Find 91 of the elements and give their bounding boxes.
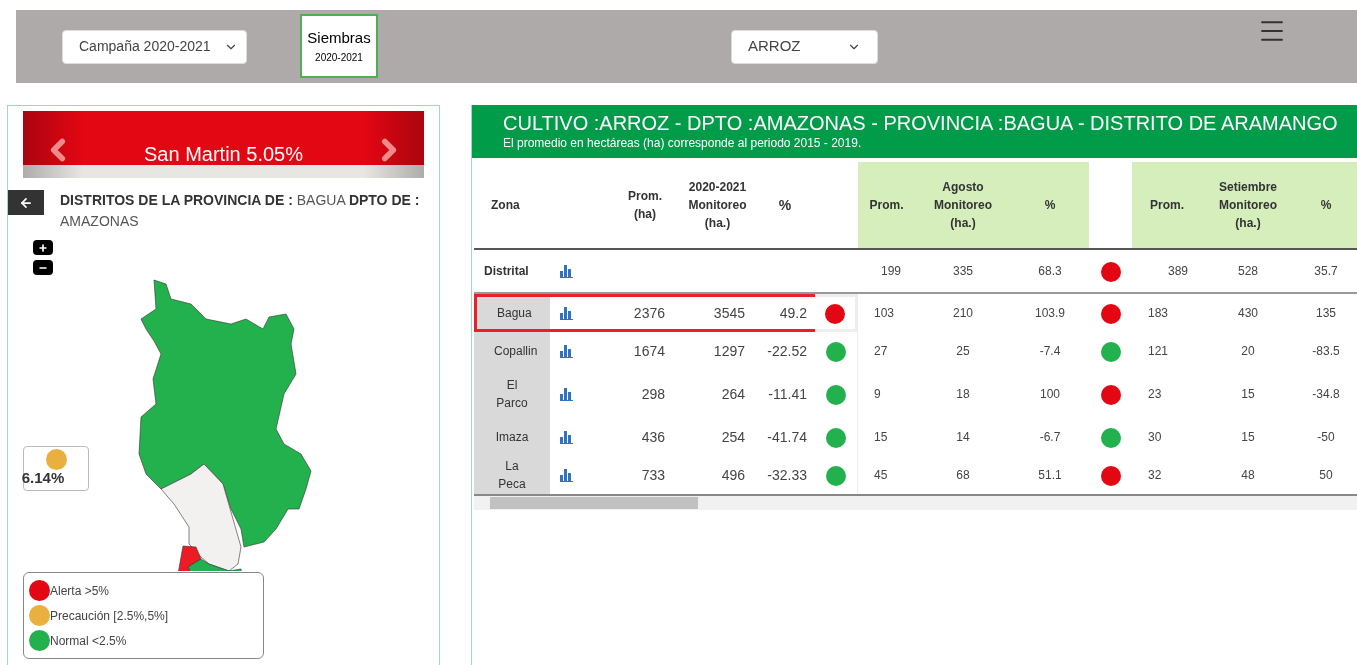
legend-label: Precaución [2.5%,5%] (50, 607, 169, 625)
bar-chart-icon[interactable] (560, 469, 573, 483)
table-cell-text: 254 (720, 427, 746, 447)
table-cell-text: 436 (640, 427, 666, 447)
table-cell-text: 298 (640, 384, 666, 404)
report-title: CULTIVO :ARROZ - DPTO :AMAZONAS - PROVINCIA :BAGUA - DISTRITO DE ARAMANGO (503, 111, 1339, 135)
table-cell-text: 264 (720, 384, 746, 404)
zone-cell[interactable]: El Parco (474, 370, 550, 418)
zoom-in-button[interactable] (33, 240, 53, 255)
table-cell-text: 18 (955, 386, 971, 403)
table-cell: 35.7 (1294, 250, 1357, 294)
tooltip-value: 6.14% (21, 470, 65, 485)
table-cell-text: 48 (1240, 467, 1256, 484)
table-cell-text: 183 (1147, 305, 1170, 322)
table-cell-text: 103.9 (1034, 305, 1066, 322)
table-cell-text: 1297 (712, 341, 746, 361)
table-cell-text: 27 (873, 343, 889, 360)
column-header: Agosto Monitoreo (ha.) (915, 162, 1011, 250)
table-cell-text: 121 (1147, 343, 1170, 360)
crop-select[interactable]: ARROZ (731, 29, 878, 64)
table-cell: 49.2 (755, 294, 815, 332)
table-cell-text: -41.74 (766, 427, 808, 447)
table-cell-text: 210 (952, 305, 974, 322)
table-cell-text: 51.1 (1037, 467, 1063, 484)
table-cell-text: 496 (720, 465, 746, 485)
table-cell-text: 15 (1240, 429, 1256, 446)
map-heading: DISTRITOS DE LA PROVINCIA DE : BAGUA DPTO DE : AMAZONAS (60, 191, 421, 231)
table-cell: 3545 (680, 294, 755, 332)
table-cell-text: 23 (1147, 386, 1163, 403)
table-cell: 2376 (590, 294, 680, 332)
table-cell: 199 (858, 250, 915, 294)
legend-label: Normal <2.5% (50, 632, 127, 650)
column-header: 2020-2021 Monitoreo (ha.) (680, 162, 755, 250)
table-cell-text: 15 (873, 429, 889, 446)
horizontal-scrollbar[interactable] (474, 494, 1357, 510)
table-cell-text: 9 (873, 386, 882, 403)
table-cell-text: 135 (1315, 305, 1337, 322)
table-cell-text: 45 (873, 467, 889, 484)
column-header: Prom. (858, 162, 915, 250)
table-cell-text: 430 (1237, 305, 1259, 322)
siembras-title: Siembras (307, 29, 371, 45)
zone-cell[interactable]: La Peca (474, 456, 550, 494)
table-cell-text: -50 (1316, 429, 1336, 446)
district-map-drawing[interactable] (138, 278, 313, 571)
table-cell-text: 68 (955, 467, 971, 484)
bar-chart-icon[interactable] (560, 431, 573, 445)
table-cell: 528 (1202, 250, 1294, 294)
table-cell-text: 103 (873, 305, 896, 322)
table-cell-text: -83.5 (1311, 343, 1341, 360)
bar-chart-icon[interactable] (560, 388, 573, 402)
table-cell-text: 733 (640, 465, 666, 485)
carousel-label: San Martin 5.05% (144, 141, 303, 167)
bar-chart-icon[interactable] (560, 265, 573, 279)
column-header: Prom. (ha) (590, 162, 680, 250)
campaign-select[interactable]: Campaña 2020-2021 (62, 29, 247, 64)
table-cell: 68.3 (1011, 250, 1089, 294)
table-cell-text: 32 (1147, 467, 1163, 484)
table-cell-text: -34.8 (1311, 386, 1341, 403)
table-cell-text: 25 (955, 343, 971, 360)
table-cell-text: -11.41 (767, 384, 808, 404)
table-cell-text: 20 (1240, 343, 1256, 360)
bar-chart-icon[interactable] (560, 345, 573, 359)
back-button[interactable] (8, 190, 44, 215)
legend-label: Alerta >5% (50, 582, 110, 600)
bar-chart-icon[interactable] (560, 307, 573, 321)
zoom-out-button[interactable] (33, 260, 53, 275)
table-cell-text: -6.7 (1038, 429, 1062, 446)
table-cell-text: -22.52 (766, 341, 808, 361)
table-cell-text: 15 (1240, 386, 1256, 403)
plus-icon (38, 242, 48, 253)
table-cell-text: -32.33 (766, 465, 808, 485)
report-subtitle: El promedio en hectáreas (ha) corresponde al periodo 2015 - 2019. (503, 135, 863, 151)
zone-cell[interactable]: Imaza (474, 418, 550, 456)
zone-cell[interactable]: Bagua (474, 294, 550, 332)
table-cell-text: 1674 (632, 341, 666, 361)
table-cell-text: 50 (1318, 467, 1334, 484)
column-header: % (1011, 162, 1089, 250)
table-cell: 389 (1132, 250, 1202, 294)
table-cell-text: -7.4 (1038, 343, 1062, 360)
table-cell-text: 14 (955, 429, 971, 446)
zone-cell[interactable]: Copallin (474, 332, 550, 370)
column-header: % (1294, 162, 1357, 250)
column-header: % (755, 162, 815, 250)
siembras-button[interactable]: Siembras 2020-2021 (300, 14, 378, 78)
column-header: Setiembre Monitoreo (ha.) (1202, 162, 1294, 250)
siembras-subtitle: 2020-2021 (315, 52, 363, 63)
table-cell-text: 100 (1039, 386, 1061, 403)
scrollbar-thumb[interactable] (490, 497, 698, 509)
table-cell-text: 30 (1147, 429, 1163, 446)
table-cell: 335 (915, 250, 1011, 294)
column-header: Prom. (1132, 162, 1202, 250)
